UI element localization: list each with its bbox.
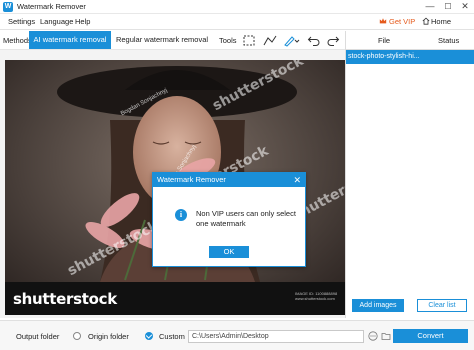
menu-language[interactable]: Language: [40, 17, 73, 26]
file-list[interactable]: [345, 50, 474, 318]
chevron-down-icon[interactable]: [293, 34, 301, 47]
output-path-input[interactable]: C:\Users\Admin\Desktop: [188, 330, 364, 343]
file-list-row[interactable]: stock-photo-stylish-hi...: [346, 50, 474, 64]
get-vip-label: Get VIP: [389, 17, 416, 26]
tab-ai-watermark-removal[interactable]: AI watermark removal: [29, 31, 111, 49]
home-label: Home: [431, 17, 452, 26]
window-title: Watermark Remover: [17, 2, 86, 11]
dialog-message: Non VIP users can only select one waterm…: [196, 209, 296, 228]
maximize-button[interactable]: ☐: [440, 0, 456, 14]
polyline-icon[interactable]: [263, 34, 277, 47]
origin-folder-label[interactable]: Origin folder: [88, 332, 129, 341]
crown-icon: [379, 18, 387, 24]
tab-regular-watermark-removal[interactable]: Regular watermark removal: [114, 31, 210, 49]
vip-limit-dialog: Watermark Remover ✕ i Non VIP users can …: [152, 172, 306, 267]
menu-settings[interactable]: Settings: [8, 17, 35, 26]
tools-label: Tools: [219, 36, 237, 45]
add-images-button[interactable]: Add images: [352, 299, 404, 312]
methods-toolbar: Methods: AI watermark removal Regular wa…: [0, 31, 345, 50]
clear-list-button[interactable]: Clear list: [417, 299, 467, 312]
dialog-ok-button[interactable]: OK: [209, 246, 249, 258]
column-file: File: [378, 36, 391, 45]
info-icon: i: [175, 209, 187, 221]
image-site-text: www.shutterstock.com: [295, 296, 335, 301]
menu-bar: Settings Language Help Get VIP Home: [0, 14, 474, 30]
file-list-header: File Status: [345, 31, 474, 50]
convert-button[interactable]: Convert: [393, 329, 468, 343]
get-vip-button[interactable]: Get VIP: [379, 17, 415, 26]
minimize-button[interactable]: —: [422, 0, 438, 14]
shutterstock-logo: shutterstock: [13, 290, 117, 308]
home-button[interactable]: Home: [422, 17, 451, 26]
custom-folder-radio[interactable]: [145, 332, 153, 340]
redo-icon[interactable]: [326, 34, 340, 47]
shutterstock-banner: shutterstock IMAGE ID: 1100888898 www.sh…: [5, 282, 345, 315]
folder-icon[interactable]: [381, 331, 391, 341]
image-id-meta: IMAGE ID: 1100888898 www.shutterstock.co…: [295, 291, 337, 301]
app-logo-icon: W: [3, 2, 13, 12]
menu-help[interactable]: Help: [75, 17, 90, 26]
custom-folder-label[interactable]: Custom: [159, 332, 185, 341]
more-options-icon[interactable]: [368, 331, 378, 341]
dialog-title: Watermark Remover: [157, 175, 226, 184]
output-bar: Output folder Origin folder Custom C:\Us…: [0, 320, 474, 350]
dialog-title-bar: Watermark Remover ✕: [153, 173, 305, 187]
undo-icon[interactable]: [307, 34, 321, 47]
dialog-close-button[interactable]: ✕: [293, 173, 301, 187]
output-folder-label: Output folder: [16, 332, 60, 341]
title-bar: W Watermark Remover — ☐ ✕: [0, 0, 474, 14]
close-window-button[interactable]: ✕: [457, 0, 473, 14]
column-status: Status: [438, 36, 460, 45]
rect-select-icon[interactable]: [242, 34, 256, 47]
home-icon: [422, 17, 430, 25]
origin-folder-radio[interactable]: [73, 332, 81, 340]
